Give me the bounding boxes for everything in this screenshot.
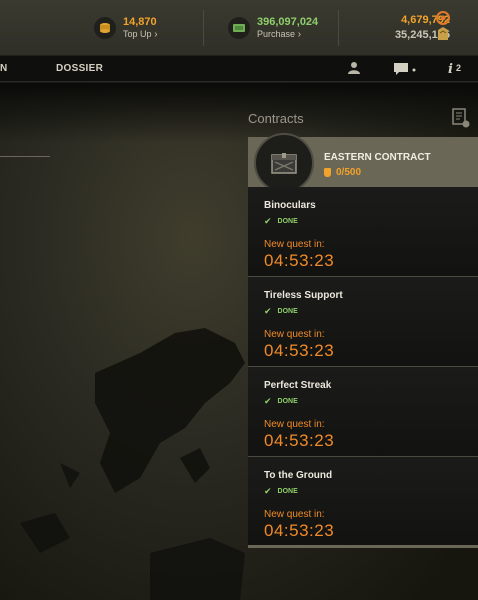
check-icon: ✔ xyxy=(264,216,272,226)
quest-timer: 04:53:23 xyxy=(264,251,335,270)
quest-name: Perfect Streak xyxy=(264,380,332,391)
contract-crate-icon xyxy=(254,133,314,193)
xp-icon xyxy=(435,10,451,49)
top-up-link[interactable]: Top Up xyxy=(123,28,158,41)
contract-progress: 0/500 xyxy=(324,167,361,178)
quest-timer: 04:53:23 xyxy=(264,521,335,540)
credits-purchase[interactable]: 396,097,024 Purchase xyxy=(228,12,318,44)
quest-item[interactable]: Tireless Support ✔ DONE New quest in: 04:… xyxy=(248,277,478,367)
quest-item[interactable]: Perfect Streak ✔ DONE New quest in: 04:53… xyxy=(248,367,478,457)
profile-icon[interactable] xyxy=(348,61,360,80)
panel-bottom-border xyxy=(248,545,478,548)
quest-status: ✔ DONE xyxy=(264,486,298,496)
currency-bar: 14,870 Top Up 396,097,024 Purchase 4,679… xyxy=(0,0,478,56)
check-icon: ✔ xyxy=(264,396,272,406)
tab-dossier[interactable]: DOSSIER xyxy=(56,63,103,74)
chat-icon[interactable] xyxy=(393,61,417,82)
quest-timer: 04:53:23 xyxy=(264,431,335,450)
check-icon: ✔ xyxy=(264,306,272,316)
divider xyxy=(203,10,204,46)
quest-name: Binoculars xyxy=(264,200,316,211)
purchase-link[interactable]: Purchase xyxy=(257,28,318,41)
divider xyxy=(338,10,339,46)
new-quest-label: New quest in: xyxy=(264,329,325,340)
quest-name: Tireless Support xyxy=(264,290,343,301)
quest-timer: 04:53:23 xyxy=(264,341,335,360)
check-icon: ✔ xyxy=(264,486,272,496)
quest-status: ✔ DONE xyxy=(264,216,298,226)
tab-partial[interactable]: N xyxy=(0,63,7,74)
quest-name: To the Ground xyxy=(264,470,333,481)
credits-amount: 396,097,024 xyxy=(257,15,319,28)
main-nav: N DOSSIER i 2 xyxy=(0,56,478,82)
notifications-count: 2 xyxy=(456,63,462,73)
contract-header[interactable]: EASTERN CONTRACT 0/500 xyxy=(248,133,478,193)
svg-text:i: i xyxy=(448,62,453,75)
quest-item[interactable]: To the Ground ✔ DONE New quest in: 04:53:… xyxy=(248,457,478,547)
quest-status: ✔ DONE xyxy=(264,306,298,316)
contracts-document-icon[interactable] xyxy=(451,107,471,134)
quest-item[interactable]: Binoculars ✔ DONE New quest in: 04:53:23 xyxy=(248,187,478,277)
new-quest-label: New quest in: xyxy=(264,239,325,250)
quest-status: ✔ DONE xyxy=(264,396,298,406)
medal-icon xyxy=(324,168,331,177)
gold-top-up[interactable]: 14,870 Top Up xyxy=(94,12,158,44)
new-quest-label: New quest in: xyxy=(264,509,325,520)
gold-coin-icon xyxy=(94,17,116,39)
credits-icon xyxy=(228,17,250,39)
new-quest-label: New quest in: xyxy=(264,419,325,430)
gold-amount: 14,870 xyxy=(123,15,157,28)
contract-name: EASTERN CONTRACT xyxy=(324,152,431,163)
contracts-title: Contracts xyxy=(248,111,304,126)
